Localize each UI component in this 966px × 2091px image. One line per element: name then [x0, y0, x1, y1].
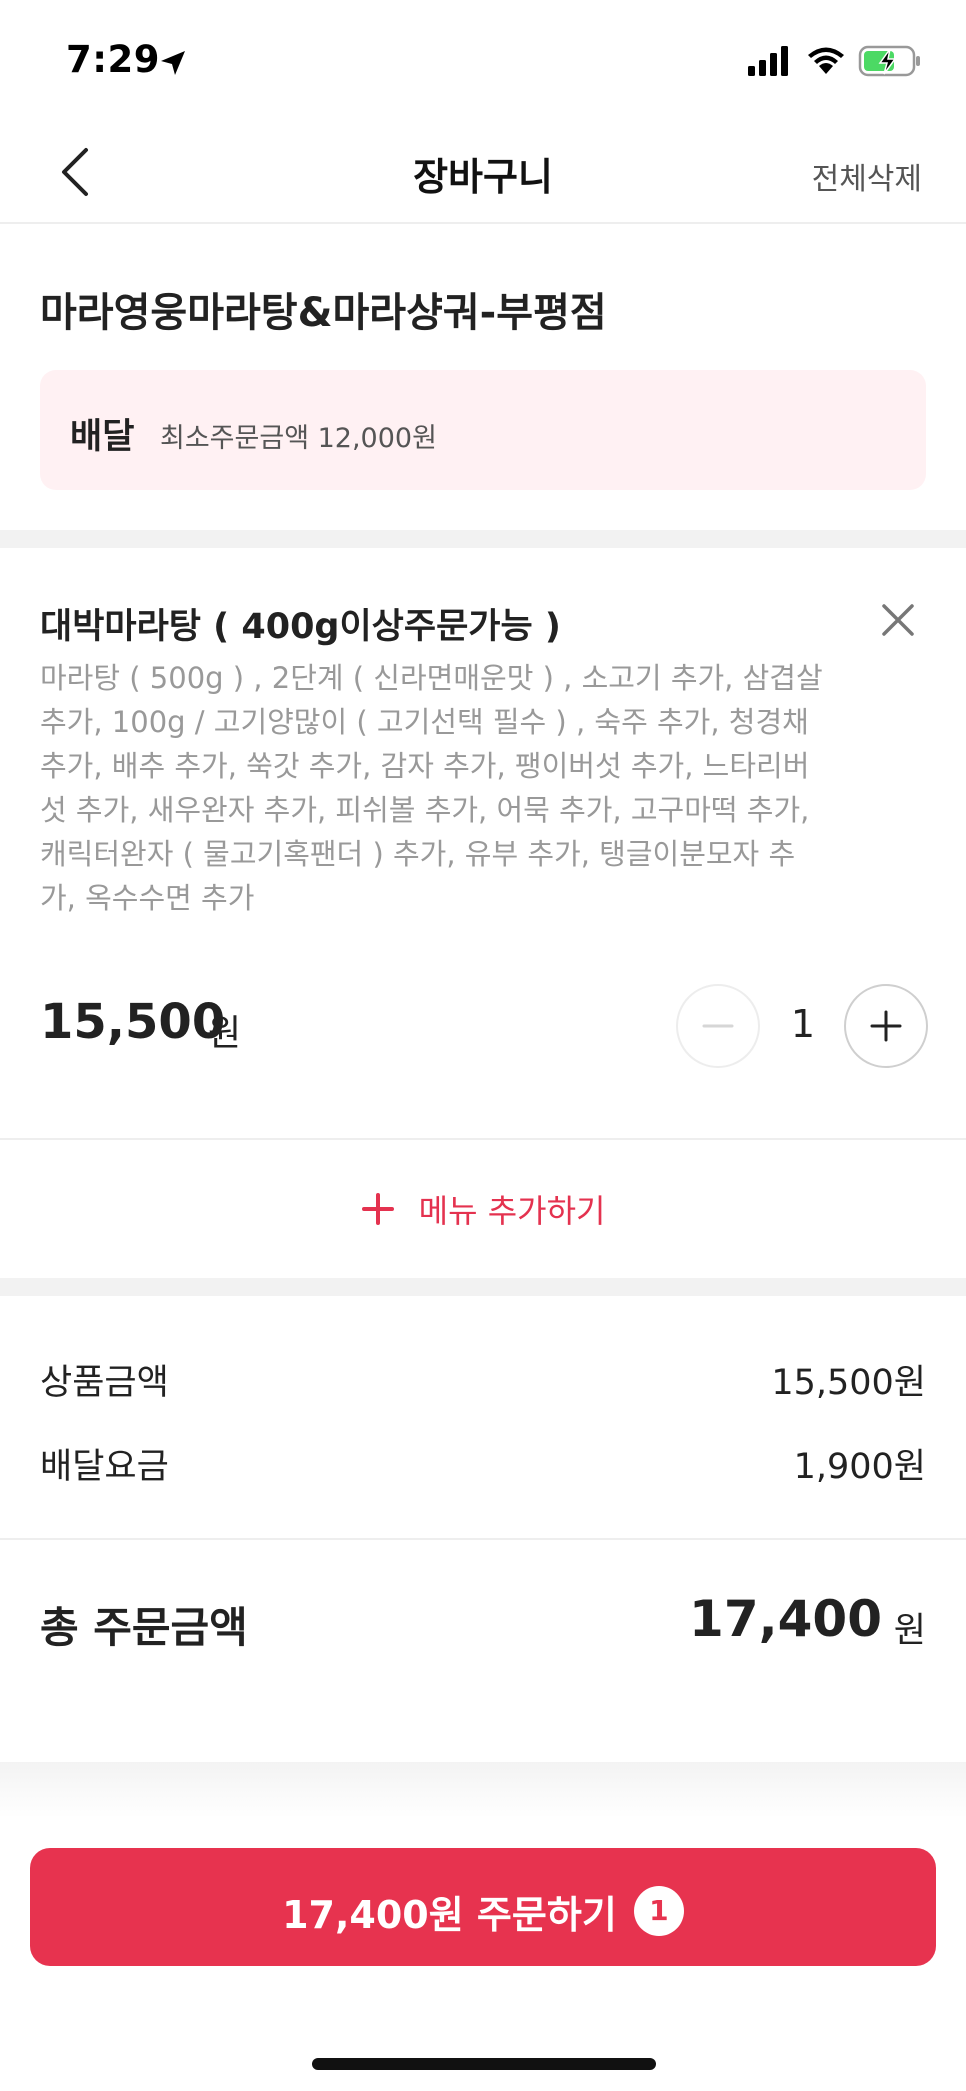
option-line: 캐릭터완자 ( 물고기혹팬더 ) 추가, 유부 추가, 탱글이분모자 추 [40, 837, 796, 871]
wifi-icon [808, 47, 844, 74]
product-amount-value: 15,500원 [771, 1363, 926, 1403]
cart-item-title: 대박마라탕 ( 400g이상주문가능 ) [40, 607, 561, 647]
delivery-fee-label: 배달요금 [40, 1447, 169, 1487]
section-divider [0, 530, 966, 548]
plus-icon [870, 1010, 902, 1042]
minus-icon [702, 1024, 734, 1028]
product-amount-label: 상품금액 [40, 1363, 169, 1403]
quantity-value: 1 [790, 1002, 816, 1046]
delivery-label: 배달 [70, 417, 135, 457]
bottom-shadow [0, 1762, 966, 1818]
delivery-info-box: 배달 최소주문금액 12,000원 [40, 370, 926, 490]
option-line: 마라탕 ( 500g ) , 2단계 ( 신라면매운맛 ) , 소고기 추가, … [40, 661, 823, 695]
option-line: 추가, 100g / 고기양많이 ( 고기선택 필수 ) , 숙주 추가, 청경… [40, 705, 809, 739]
option-line: 가, 옥수수면 추가 [40, 881, 255, 915]
delivery-fee-value: 1,900원 [793, 1447, 926, 1487]
summary-divider [0, 1538, 966, 1540]
min-order-amount: 최소주문금액 12,000원 [160, 423, 437, 454]
add-menu-label: 메뉴 추가하기 [418, 1192, 606, 1230]
clear-all-button[interactable]: 전체삭제 [812, 154, 922, 198]
cart-item-options: 마라탕 ( 500g ) , 2단계 ( 신라면매운맛 ) , 소고기 추가, … [40, 656, 860, 920]
order-button[interactable]: 17,400원 주문하기 1 [30, 1848, 936, 1966]
order-count-badge: 1 [633, 1885, 684, 1936]
cart-item-price: 15,500 [40, 994, 226, 1050]
add-menu-button[interactable]: 메뉴 추가하기 [0, 1186, 966, 1232]
total-amount-unit: 원 [893, 1611, 926, 1651]
total-amount-value: 17,400 [689, 1590, 882, 1648]
plus-icon [361, 1193, 394, 1225]
location-arrow-icon [161, 51, 185, 75]
item-divider [0, 1138, 966, 1140]
section-divider [0, 1278, 966, 1296]
order-button-label: 17,400원 주문하기 [282, 1893, 617, 1937]
nav-bar: 장바구니 전체삭제 [0, 120, 966, 224]
option-line: 섯 추가, 새우완자 추가, 피쉬볼 추가, 어묵 추가, 고구마떡 추가, [40, 793, 810, 827]
total-amount-label: 총 주문금액 [40, 1603, 248, 1652]
quantity-increase-button[interactable] [844, 984, 928, 1068]
store-name: 마라영웅마라탕&마라샹궈-부평점 [40, 290, 607, 336]
option-line: 추가, 배추 추가, 쑥갓 추가, 감자 추가, 팽이버섯 추가, 느타리버 [40, 749, 810, 783]
quantity-decrease-button[interactable] [676, 984, 760, 1068]
home-indicator [312, 2058, 656, 2070]
signal-icon [748, 46, 788, 76]
close-icon[interactable] [876, 598, 920, 642]
status-time: 7:29 [66, 38, 161, 81]
status-bar: 7:29 [0, 0, 966, 120]
cart-item-price-unit: 원 [208, 1013, 242, 1054]
battery-charging-icon [858, 45, 920, 77]
